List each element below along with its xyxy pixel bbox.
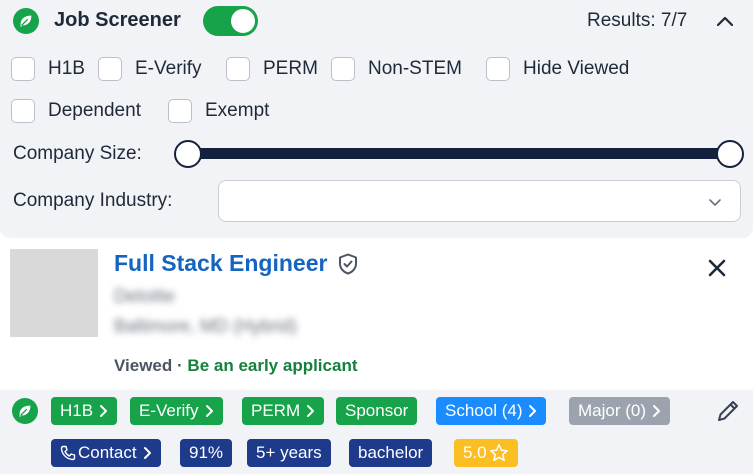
checkbox-hide-viewed[interactable]: Hide Viewed	[486, 57, 629, 81]
chevron-right-icon	[100, 405, 108, 417]
phone-icon	[60, 445, 76, 461]
leaf-logo-icon	[12, 398, 38, 424]
slider-max-handle[interactable]	[716, 140, 744, 168]
tag-label: 5+ years	[256, 443, 322, 462]
company-name: Deloitte	[114, 286, 176, 306]
viewed-status: Viewed	[114, 356, 173, 375]
checkbox-label: E-Verify	[135, 58, 202, 79]
tag-label: 5.0	[463, 443, 487, 462]
close-icon[interactable]	[705, 256, 729, 280]
job-location: Baltimore, MD (Hybrid)	[114, 316, 298, 336]
tag-label: Major (0)	[578, 401, 647, 420]
checkbox-dependent[interactable]: Dependent	[11, 99, 141, 123]
checkbox-label: Exempt	[205, 100, 270, 121]
company-industry-select[interactable]	[218, 180, 741, 222]
company-logo-placeholder	[10, 249, 98, 337]
chevron-down-icon	[709, 199, 721, 206]
checkbox-e-verify[interactable]: E-Verify	[98, 57, 202, 81]
tag-label: PERM	[251, 401, 301, 420]
tag-contact[interactable]: Contact	[51, 439, 161, 467]
chevron-up-icon[interactable]	[713, 10, 737, 34]
tag-h1b[interactable]: H1B	[51, 397, 118, 425]
company-size-slider[interactable]	[174, 139, 744, 169]
tag-label: E-Verify	[139, 401, 199, 420]
tag-e-verify[interactable]: E-Verify	[130, 397, 223, 425]
shield-check-icon	[339, 253, 357, 275]
checkbox-box[interactable]	[11, 99, 35, 123]
chevron-right-icon	[205, 405, 213, 417]
checkbox-box[interactable]	[226, 57, 250, 81]
checkbox-perm[interactable]: PERM	[226, 57, 318, 81]
job-status-line: Viewed · Be an early applicant	[114, 356, 358, 376]
toggle-knob	[231, 9, 255, 33]
pencil-icon[interactable]	[715, 398, 741, 424]
tag-degree[interactable]: bachelor	[349, 439, 433, 467]
chevron-right-icon	[529, 405, 537, 417]
tag-major[interactable]: Major (0)	[569, 397, 671, 425]
app-title: Job Screener	[54, 9, 181, 31]
screener-toggle[interactable]	[203, 6, 258, 36]
leaf-logo-icon	[13, 8, 39, 34]
tag-label: Sponsor	[345, 401, 409, 420]
chevron-right-icon	[143, 447, 151, 459]
checkbox-label: H1B	[48, 58, 85, 79]
checkbox-label: PERM	[263, 58, 318, 79]
tag-perm[interactable]: PERM	[242, 397, 325, 425]
tag-experience[interactable]: 5+ years	[247, 439, 331, 467]
slider-min-handle[interactable]	[174, 140, 202, 168]
status-separator: ·	[177, 356, 183, 375]
tag-school[interactable]: School (4)	[436, 397, 547, 425]
star-icon	[489, 444, 508, 462]
checkbox-h1b[interactable]: H1B	[11, 57, 85, 81]
tag-match-score[interactable]: 91%	[180, 439, 233, 467]
tag-label: H1B	[60, 401, 94, 420]
checkbox-label: Non-STEM	[368, 58, 462, 79]
checkbox-label: Hide Viewed	[523, 58, 630, 79]
checkbox-box[interactable]	[11, 57, 35, 81]
company-size-label: Company Size:	[13, 143, 142, 164]
chevron-right-icon	[653, 405, 661, 417]
checkbox-box[interactable]	[98, 57, 122, 81]
company-industry-label: Company Industry:	[13, 190, 173, 211]
screener-panel: Job Screener Results: 7/7 H1B E-Verify P…	[0, 0, 753, 238]
checkbox-box[interactable]	[168, 99, 192, 123]
checkbox-box[interactable]	[331, 57, 355, 81]
chevron-right-icon	[307, 405, 315, 417]
checkbox-box[interactable]	[486, 57, 510, 81]
tag-label: bachelor	[358, 443, 424, 462]
checkbox-exempt[interactable]: Exempt	[168, 99, 269, 123]
tag-rating[interactable]: 5.0	[454, 439, 518, 467]
tag-sponsor[interactable]: Sponsor	[336, 397, 418, 425]
job-title-link[interactable]: Full Stack Engineer	[114, 250, 327, 277]
checkbox-non-stem[interactable]: Non-STEM	[331, 57, 462, 81]
tag-label: 91%	[189, 443, 224, 462]
early-applicant-note: Be an early applicant	[187, 356, 358, 375]
results-count: Results: 7/7	[587, 10, 688, 31]
tag-label: Contact	[78, 443, 137, 462]
screener-header: Job Screener Results: 7/7	[0, 0, 753, 42]
tag-label: School (4)	[445, 401, 523, 420]
slider-track	[188, 148, 730, 159]
checkbox-label: Dependent	[48, 100, 141, 121]
